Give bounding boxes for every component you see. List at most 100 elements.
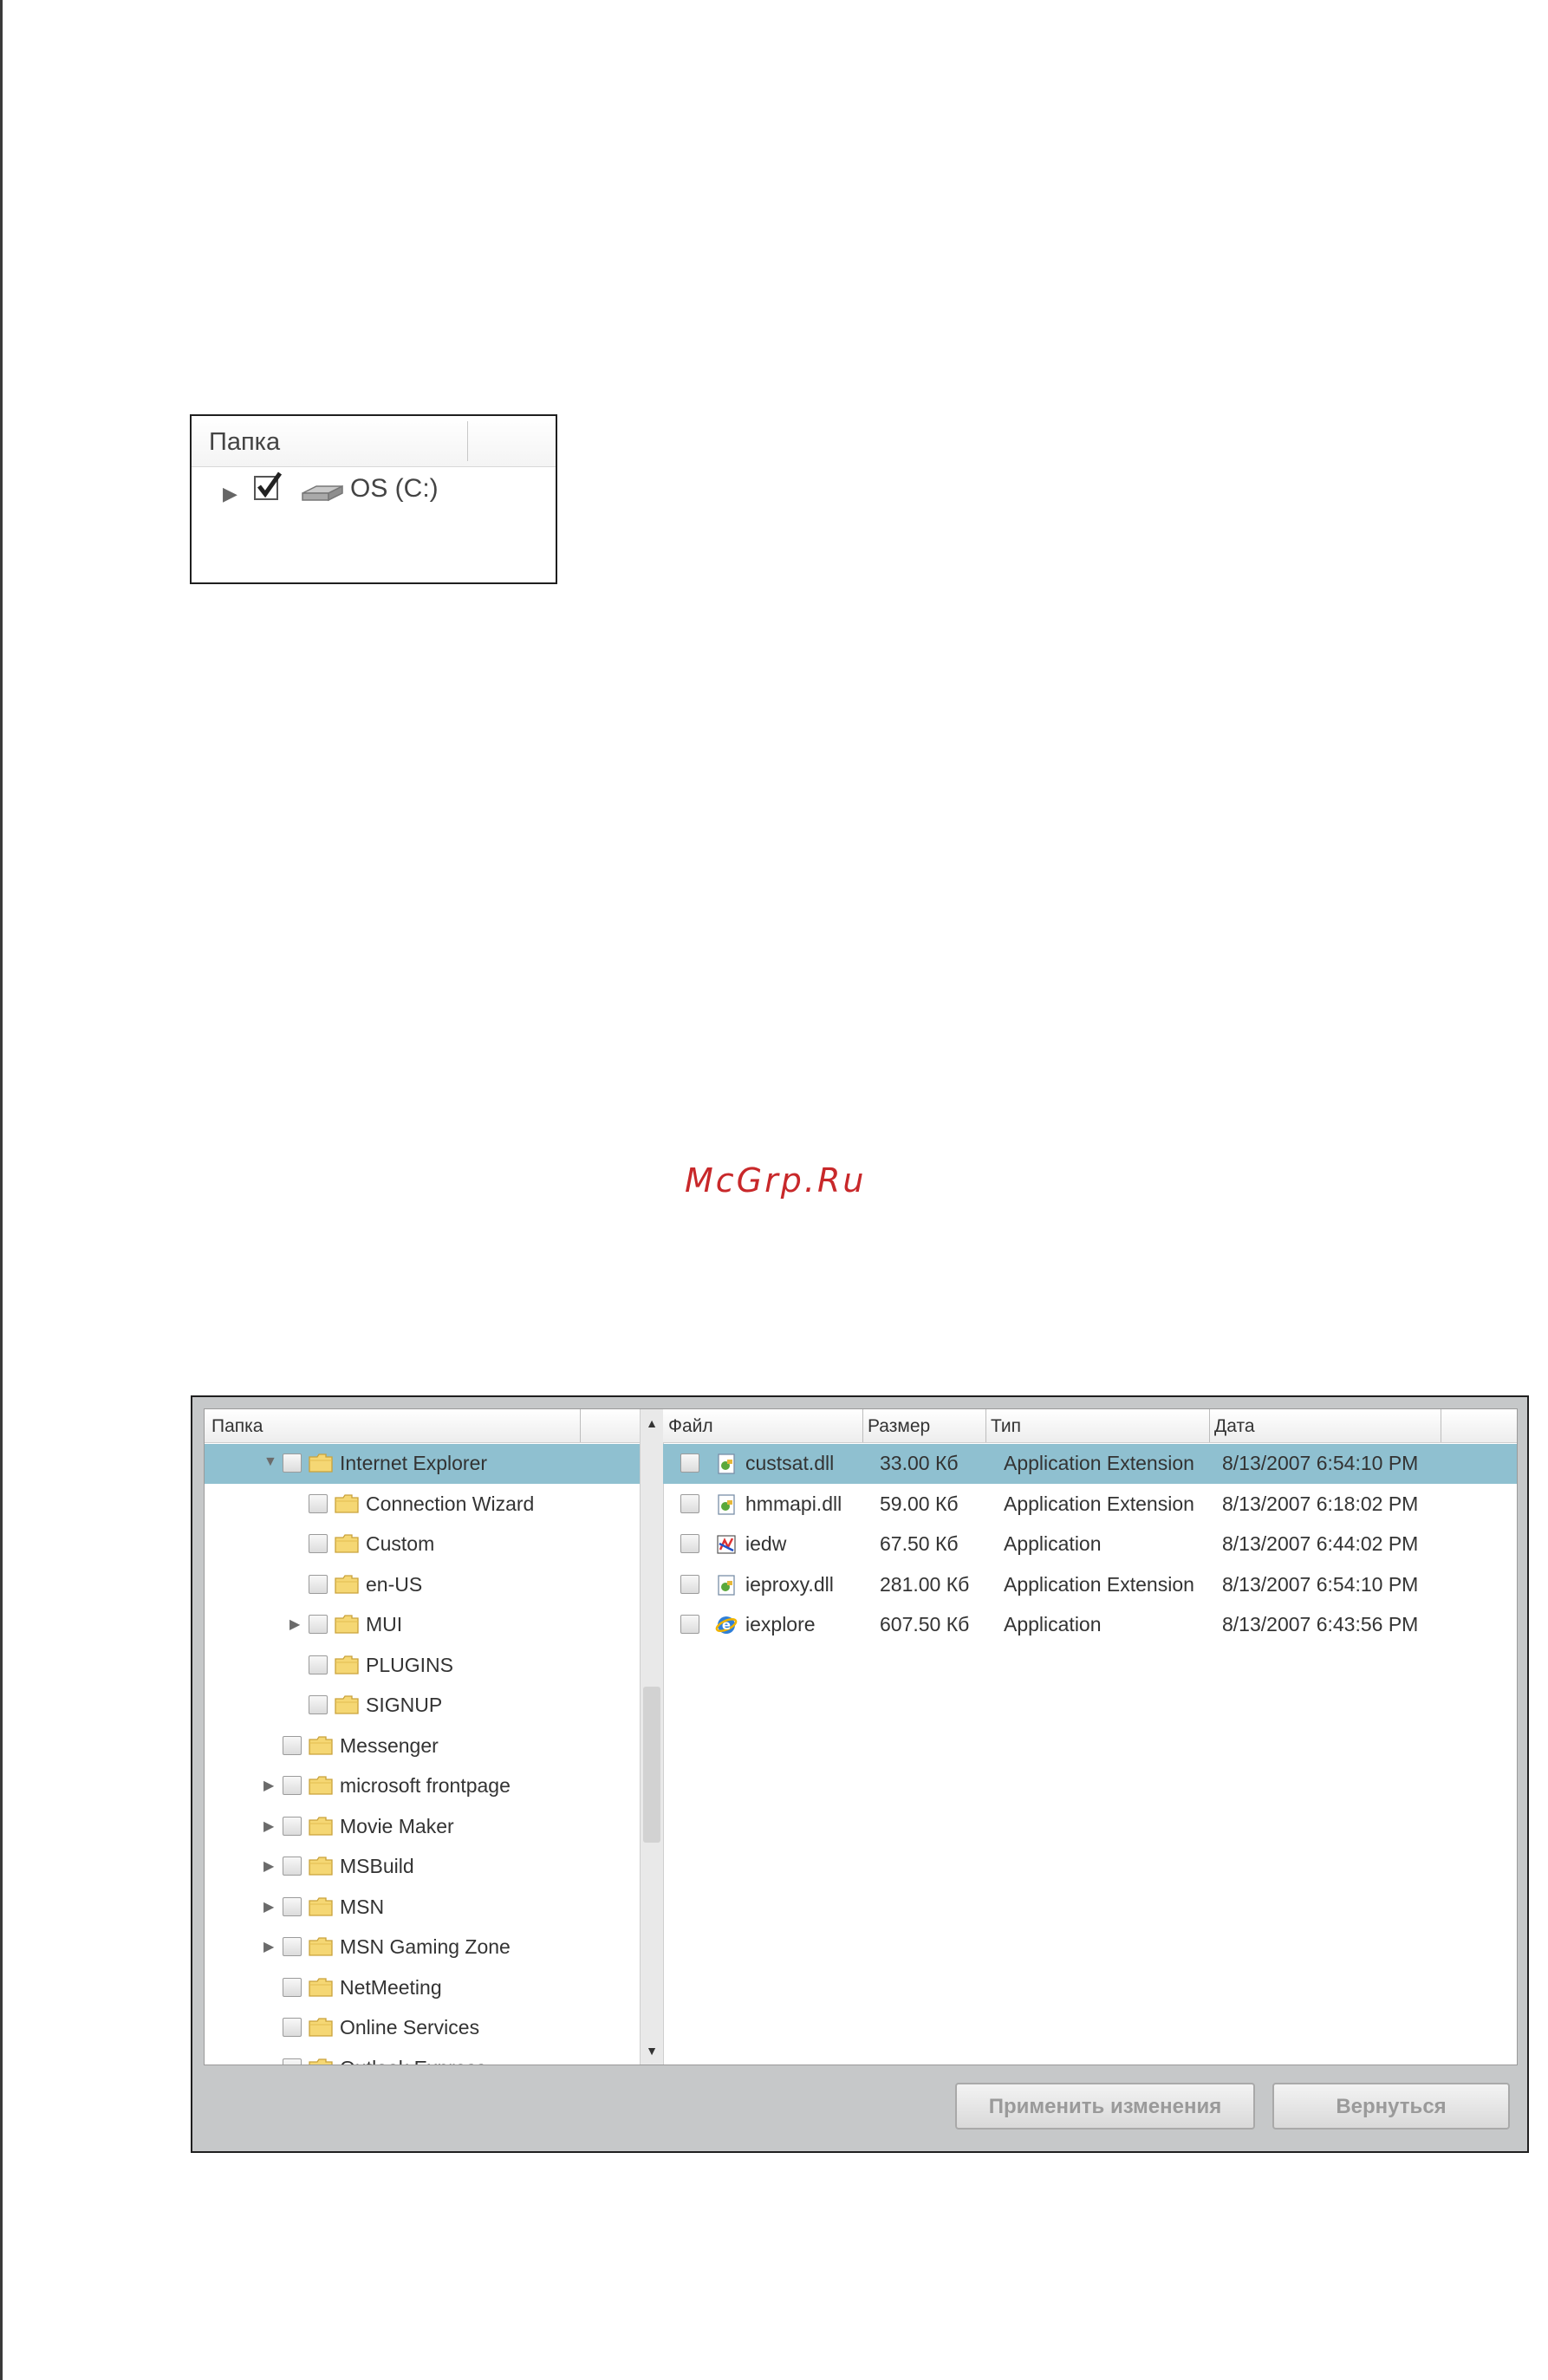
folder-icon [309,1735,333,1756]
dll-icon [715,1574,738,1596]
tree-row[interactable]: Connection Wizard [205,1485,640,1525]
column-divider[interactable] [580,1409,581,1442]
column-divider[interactable] [467,421,468,461]
folder-checkbox[interactable] [283,1776,302,1795]
column-divider[interactable] [985,1409,986,1442]
tree-row[interactable]: Outlook Express [205,2049,640,2065]
folder-checkbox[interactable] [283,1857,302,1876]
folder-checkbox[interactable] [283,2018,302,2037]
tree-row[interactable]: NetMeeting [205,1968,640,2008]
file-checkbox[interactable] [680,1574,699,1594]
tree-row[interactable]: ▼ Internet Explorer [205,1444,640,1484]
app-icon [715,1533,738,1556]
folder-checkbox[interactable] [309,1615,328,1634]
folder-icon [335,1614,359,1635]
type-column-header[interactable]: Тип [991,1416,1021,1437]
file-row[interactable]: custsat.dll 33.00 Кб Application Extension… [663,1444,1517,1484]
folder-label: Online Services [340,2016,480,2039]
scroll-up-icon[interactable]: ▲ [641,1413,663,1434]
tree-row-drive[interactable]: ▶ OS (C:) [192,467,556,516]
drive-icon [301,481,344,508]
folder-icon [335,1493,359,1514]
tree-row[interactable]: ▶ Movie Maker [205,1807,640,1847]
scroll-down-icon[interactable]: ▼ [641,2040,663,2061]
folder-checkbox[interactable] [283,1816,302,1836]
watermark: McGrp.Ru [685,1161,867,1200]
expand-arrow-icon[interactable]: ▶ [263,1777,274,1794]
file-checkbox[interactable] [680,1493,699,1513]
drive-label: OS (C:) [350,474,439,503]
file-checkbox[interactable] [680,1534,699,1553]
file-checkbox[interactable] [680,1615,699,1634]
folder-label: MSN [340,1895,385,1918]
folder-checkbox[interactable] [283,2058,302,2065]
tree-row[interactable]: ▶ MSBuild [205,1847,640,1887]
file-date: 8/13/2007 6:54:10 PM [1222,1572,1419,1596]
folder-icon [309,1896,333,1917]
file-type: Application Extension [1004,1492,1194,1515]
folder-tree-scrollbar[interactable]: ▲ ▼ [640,1409,664,2065]
column-divider[interactable] [862,1409,863,1442]
file-name: ieproxy.dll [745,1572,834,1596]
expand-arrow-icon[interactable]: ▶ [263,1857,274,1875]
scroll-thumb[interactable] [643,1687,660,1843]
folder-label: Connection Wizard [366,1492,535,1515]
tree-row[interactable]: PLUGINS [205,1646,640,1686]
folder-checkbox[interactable] [283,1896,302,1916]
file-row[interactable]: iedw 67.50 Кб Application 8/13/2007 6:44:02… [663,1525,1517,1564]
folder-checkbox[interactable] [283,1735,302,1755]
file-date: 8/13/2007 6:44:02 PM [1222,1532,1419,1555]
apply-changes-button[interactable]: Применить изменения [955,2083,1255,2130]
folder-icon [309,2058,333,2065]
folder-tree-header: Папка [205,1409,640,1443]
expand-arrow-icon[interactable]: ▶ [263,1938,274,1955]
date-column-header[interactable]: Дата [1214,1416,1255,1437]
column-divider[interactable] [1209,1409,1210,1442]
file-row[interactable]: e iexplore 607.50 Кб Application 8/13/2007 6… [663,1605,1517,1645]
folder-label: PLUGINS [366,1653,453,1676]
file-size: 59.00 Кб [880,1492,959,1515]
size-column-header[interactable]: Размер [868,1416,930,1437]
folder-checkbox[interactable] [309,1574,328,1594]
folder-checkbox[interactable] [309,1534,328,1553]
folder-checkbox[interactable] [309,1493,328,1513]
expand-arrow-icon[interactable]: ▶ [263,1898,274,1915]
collapse-arrow-icon[interactable]: ▼ [263,1454,277,1470]
drive-checkbox[interactable] [254,471,283,500]
file-row[interactable]: ieproxy.dll 281.00 Кб Application Extensio… [663,1565,1517,1605]
tree-row[interactable]: Custom [205,1525,640,1564]
tree-row[interactable]: Messenger [205,1726,640,1766]
folder-label: Outlook Express [340,2057,486,2065]
folder-icon [309,1775,333,1796]
tree-row[interactable]: ▶ microsoft frontpage [205,1766,640,1806]
folder-checkbox[interactable] [309,1695,328,1714]
expand-arrow-icon[interactable]: ▶ [223,483,237,505]
folder-label: MSBuild [340,1855,414,1877]
ie-icon: e [715,1614,738,1636]
folder-checkbox[interactable] [283,1453,302,1473]
back-button[interactable]: Вернуться [1272,2083,1510,2130]
file-row[interactable]: hmmapi.dll 59.00 Кб Application Extension 8… [663,1485,1517,1525]
folder-label: Movie Maker [340,1814,454,1837]
tree-row[interactable]: en-US [205,1565,640,1605]
expand-arrow-icon[interactable]: ▶ [263,1818,274,1835]
folder-column-label: Папка [211,1416,263,1436]
tree-row[interactable]: ▶ MUI [205,1605,640,1645]
folder-checkbox[interactable] [283,1937,302,1956]
file-column-header[interactable]: Файл [668,1416,713,1437]
tree-row[interactable]: ▶ MSN [205,1888,640,1928]
folder-checkbox[interactable] [283,1977,302,1997]
dll-icon [715,1453,738,1475]
file-checkbox[interactable] [680,1453,699,1473]
expand-arrow-icon[interactable]: ▶ [289,1616,300,1633]
folder-label: SIGNUP [366,1694,443,1716]
folder-label: NetMeeting [340,1975,442,1999]
tree-row[interactable]: Online Services [205,2008,640,2048]
tree-row[interactable]: ▶ MSN Gaming Zone [205,1928,640,1967]
file-name: iexplore [745,1613,816,1635]
folder-icon [335,1533,359,1554]
file-type: Application [1004,1613,1102,1635]
folder-checkbox[interactable] [309,1655,328,1674]
tree-row[interactable]: SIGNUP [205,1686,640,1726]
file-date: 8/13/2007 6:54:10 PM [1222,1452,1419,1474]
